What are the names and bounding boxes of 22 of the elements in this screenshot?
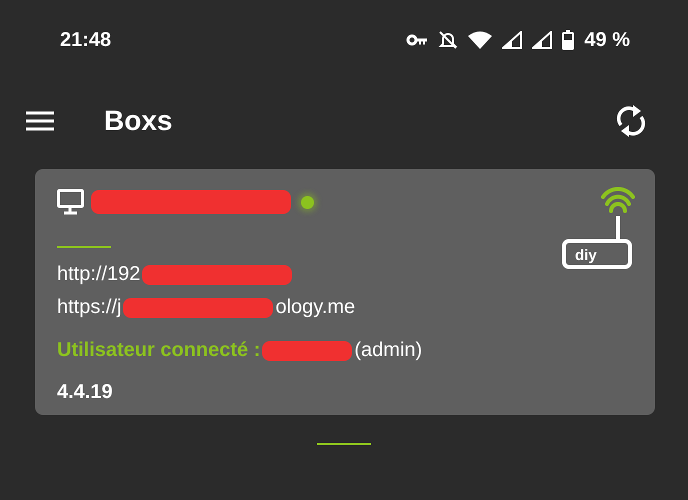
title-underline [57, 246, 111, 248]
wifi-icon [468, 31, 492, 49]
battery-icon [562, 30, 574, 50]
menu-icon[interactable] [26, 111, 54, 131]
url-text: http://192 [57, 263, 140, 286]
refresh-icon[interactable] [616, 104, 646, 138]
user-role: (admin) [354, 339, 422, 362]
signal-icon [532, 31, 552, 49]
monitor-icon [57, 189, 87, 215]
signal-icon [502, 31, 522, 49]
clock: 21:48 [60, 28, 112, 52]
url-text: https://j [57, 296, 122, 319]
page-indicator [317, 443, 371, 445]
battery-level: 49 % [584, 28, 630, 52]
router-icon [562, 186, 635, 269]
page-title: Boxs [104, 105, 174, 137]
user-label: Utilisateur connecté : [57, 339, 260, 362]
key-icon [406, 34, 428, 46]
router-label: diy [575, 247, 597, 264]
muted-bell-icon [438, 30, 458, 50]
version: 4.4.19 [57, 381, 114, 405]
url-text: ology.me [275, 296, 356, 319]
